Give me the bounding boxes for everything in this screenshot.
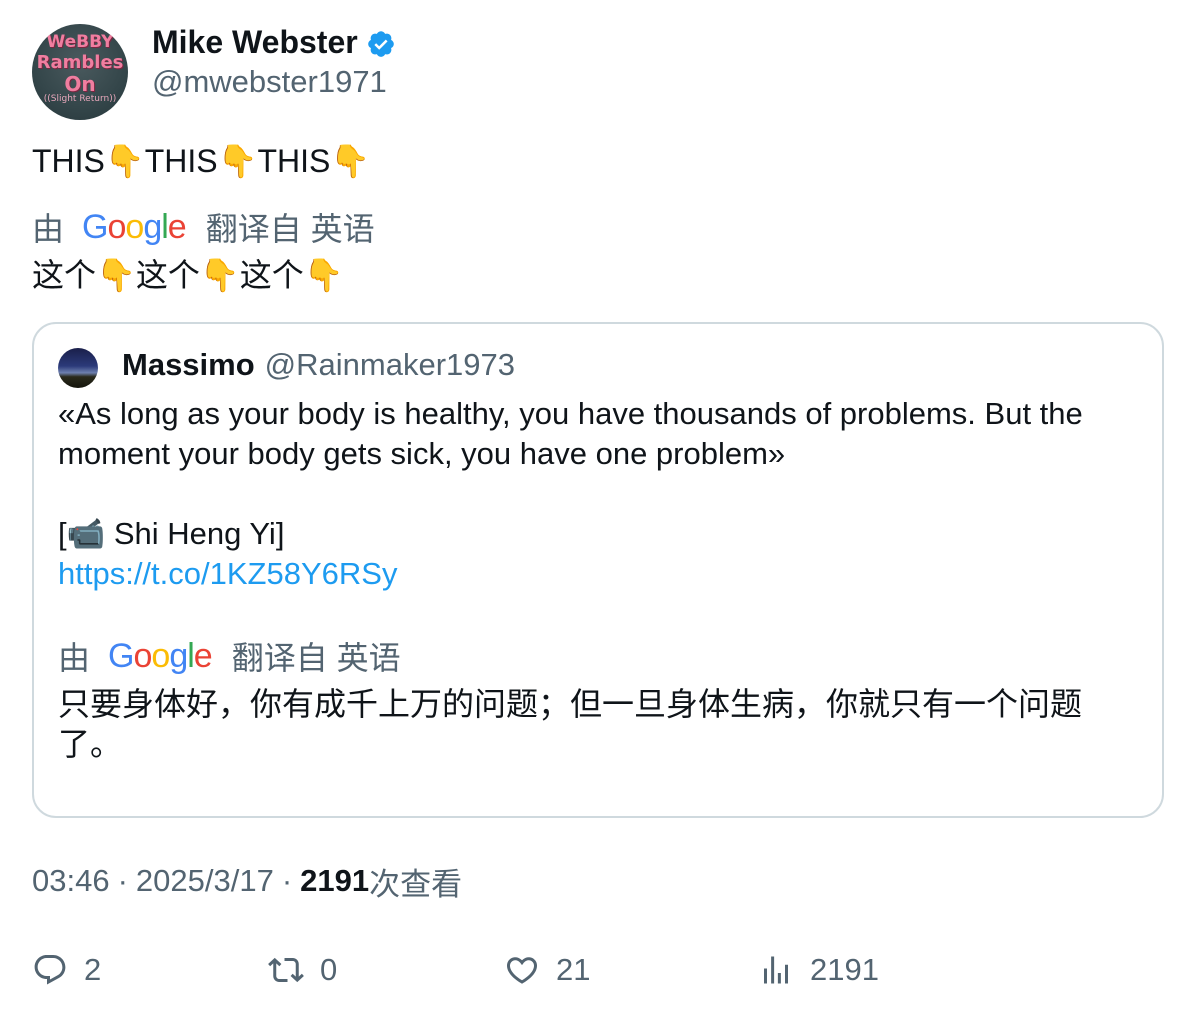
verified-badge-icon[interactable]	[366, 29, 396, 59]
reply-icon	[34, 955, 66, 985]
translated-from-label: 翻译自 英语	[205, 211, 375, 247]
display-name-row: Mike Webster	[152, 24, 396, 60]
quoted-translation-attribution[interactable]: 由 Google 翻译自 英语	[58, 636, 401, 676]
tweet-date[interactable]: 2025/3/17	[136, 863, 274, 899]
translated-from-label: 翻译自 英语	[231, 640, 401, 676]
reply-count: 2	[84, 952, 102, 987]
meta-separator: ·	[281, 863, 293, 898]
avatar-text-3: On	[64, 72, 96, 96]
quoted-author-handle: @Rainmaker1973	[264, 347, 515, 382]
reply-button[interactable]: 2	[32, 948, 101, 992]
tweet-header: WeBBY Rambles On ((Slight Return)) Mike …	[32, 24, 1164, 120]
tweet-text: THIS👇THIS👇THIS👇	[32, 143, 371, 179]
meta-separator: ·	[117, 863, 128, 898]
translation-by-label: 由	[58, 640, 91, 676]
quoted-author-row: Massimo @Rainmaker1973	[122, 344, 515, 386]
like-count: 21	[556, 952, 591, 987]
google-logo: Google	[108, 637, 213, 675]
quoted-author-avatar	[58, 348, 98, 388]
quoted-text-line: moment your body gets sick, you have one…	[58, 436, 786, 471]
translation-attribution[interactable]: 由 Google 翻译自 英语	[32, 207, 375, 247]
quoted-text-line: «As long as your body is healthy, you ha…	[58, 396, 1083, 431]
quoted-author-name: Massimo	[122, 347, 255, 382]
views-icon	[764, 956, 788, 984]
author-display-name[interactable]: Mike Webster	[152, 24, 358, 61]
views-label: 次查看	[369, 866, 463, 902]
avatar-text-4: ((Slight Return))	[43, 94, 117, 104]
like-button[interactable]: 21	[504, 948, 590, 992]
views-action-count: 2191	[810, 952, 879, 987]
retweet-count: 0	[320, 952, 338, 987]
tweet-time[interactable]: 03:46	[32, 863, 110, 899]
retweet-button[interactable]: 0	[268, 948, 337, 992]
author-info: Mike Webster @mwebster1971	[152, 24, 396, 100]
quoted-tweet-text: «As long as your body is healthy, you ha…	[58, 394, 1138, 594]
tweet-meta: 03:46 · 2025/3/17 · 2191 次查看	[32, 860, 462, 902]
avatar-text-2: Rambles	[36, 52, 124, 73]
avatar-text-1: WeBBY	[46, 32, 114, 52]
quoted-tweet[interactable]: Massimo @Rainmaker1973 «As long as your …	[32, 322, 1164, 818]
google-logo: Google	[82, 208, 187, 246]
like-icon	[506, 957, 538, 984]
avatar[interactable]: WeBBY Rambles On ((Slight Return))	[32, 24, 128, 120]
quoted-text-line: [📹 Shi Heng Yi]	[58, 516, 285, 551]
quoted-link[interactable]: https://t.co/1KZ58Y6RSy	[58, 556, 397, 591]
action-bar: 2 0 21 2191	[32, 948, 1164, 992]
quoted-translated-text: 只要身体好，你有成千上万的问题；但一旦身体生病，你就只有一个问题了。	[58, 686, 1083, 762]
translated-tweet-text: 这个👇这个👇这个👇	[32, 257, 344, 293]
retweet-icon	[268, 957, 304, 983]
views-count: 2191	[300, 863, 370, 898]
author-handle[interactable]: @mwebster1971	[152, 64, 396, 100]
views-button[interactable]: 2191	[758, 948, 879, 992]
translation-by-label: 由	[32, 211, 65, 247]
quoted-text-line	[58, 474, 1138, 514]
